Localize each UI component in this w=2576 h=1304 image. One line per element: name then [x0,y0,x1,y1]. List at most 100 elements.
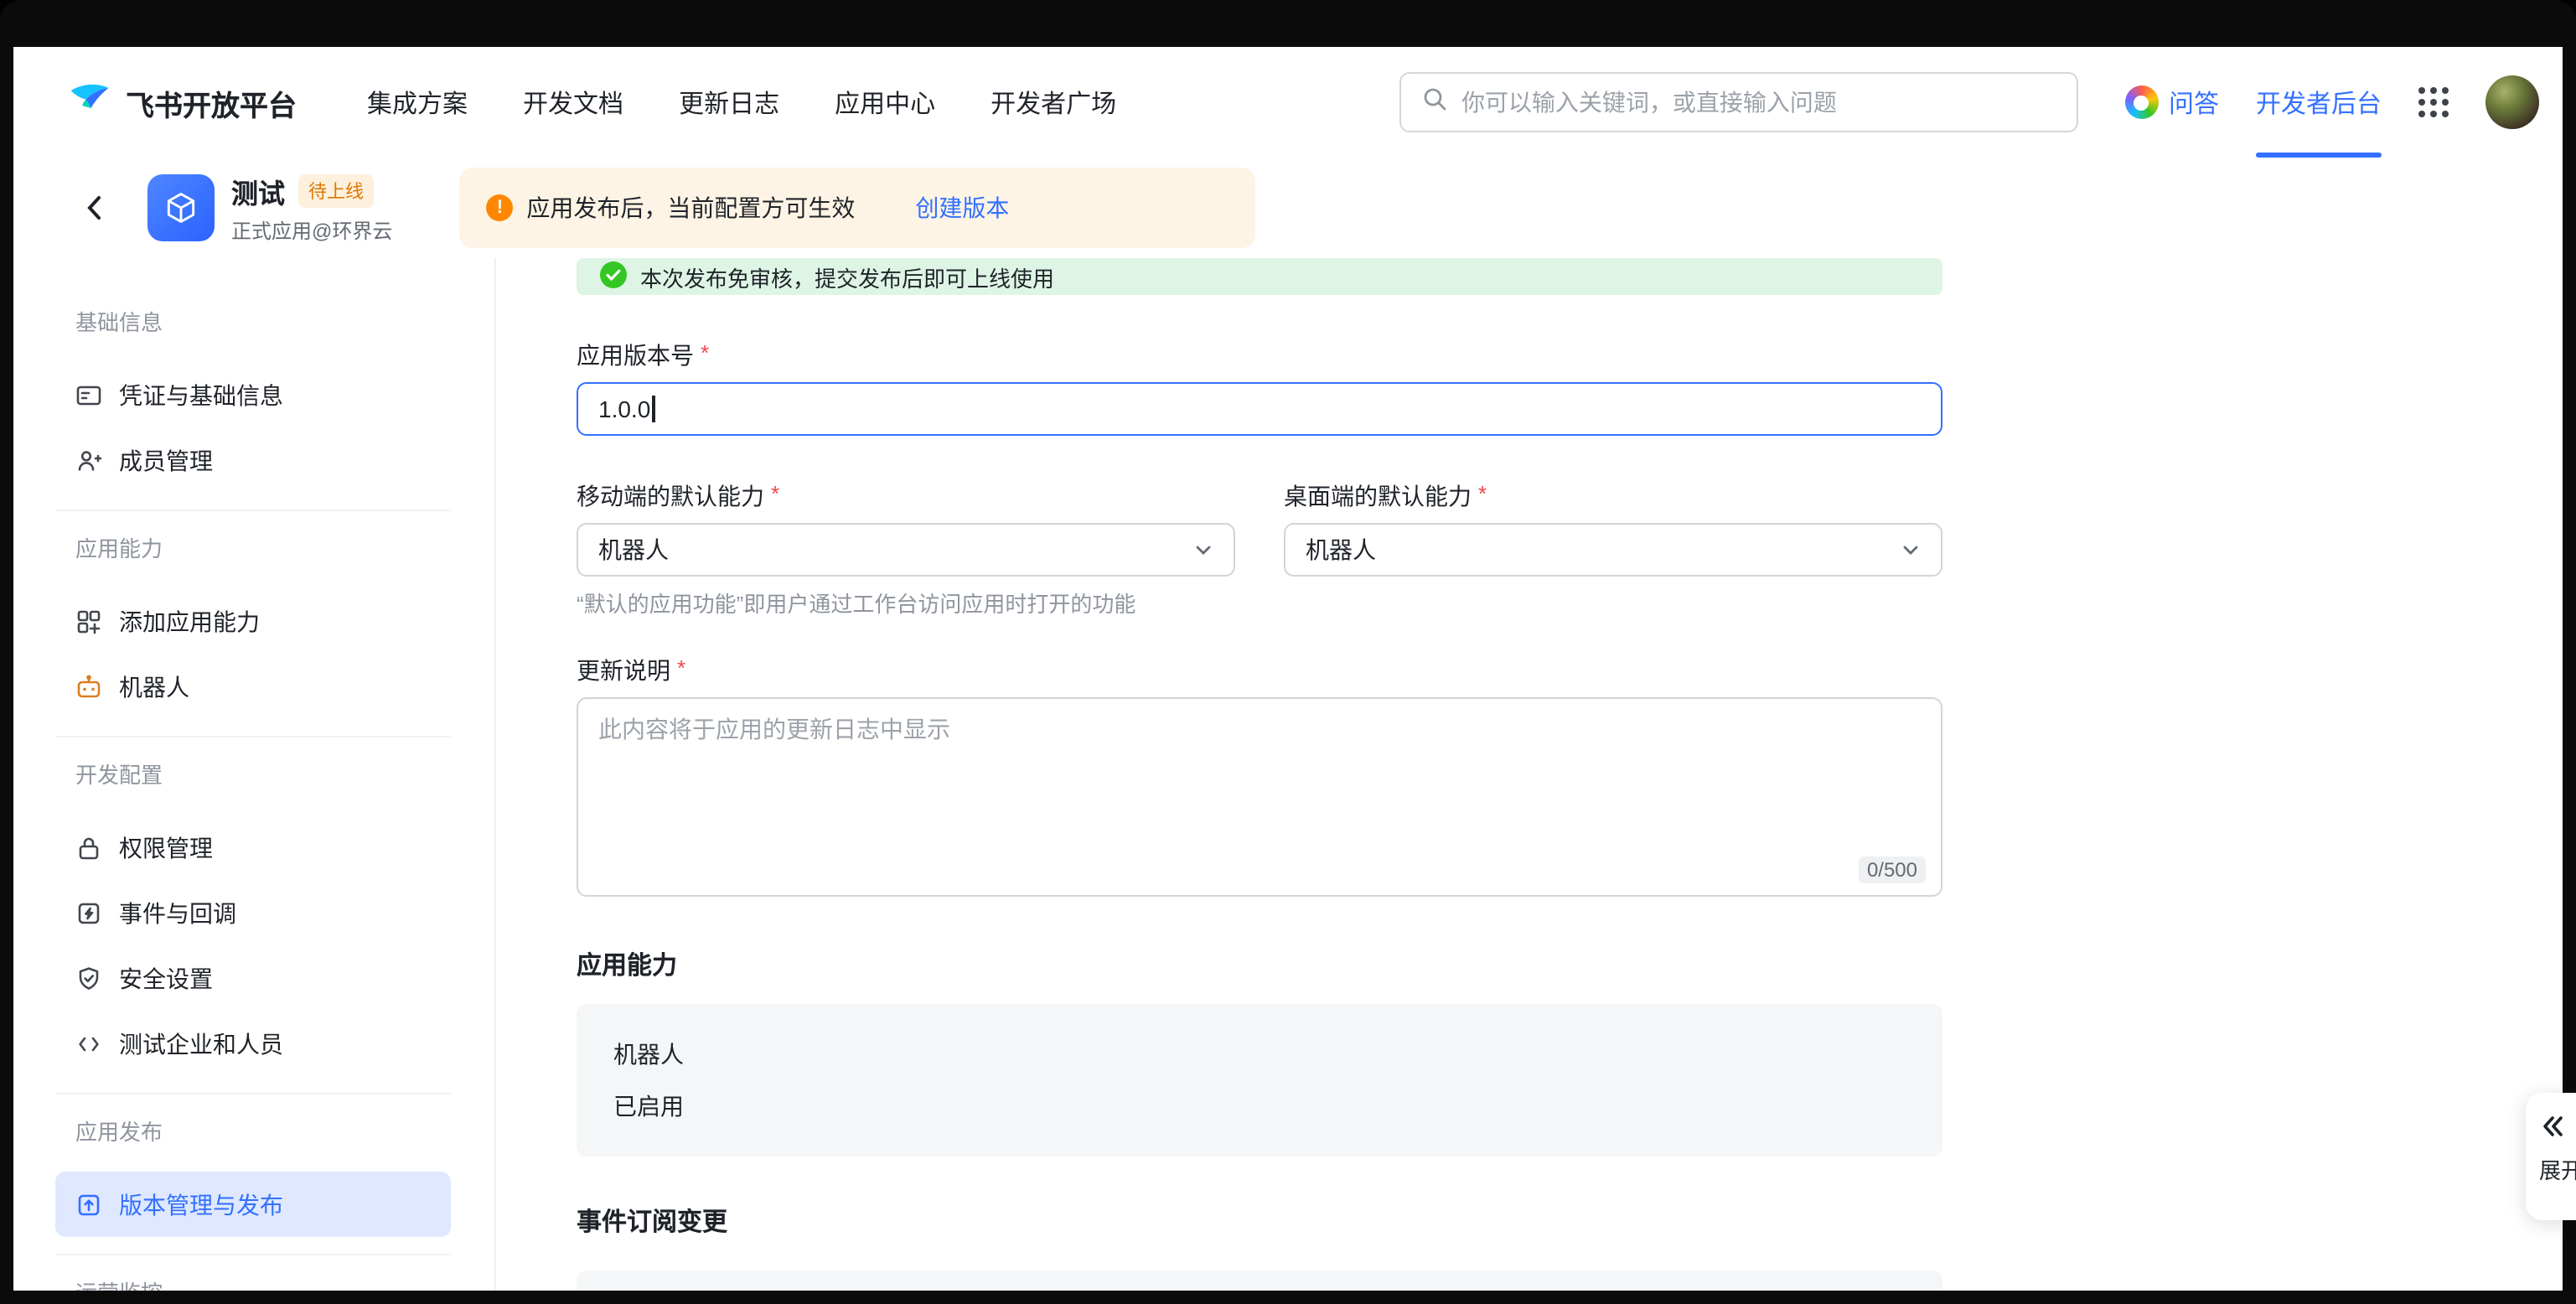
sidebar-item-permissions[interactable]: 权限管理 [55,815,451,880]
code-brackets-icon [75,1030,102,1057]
qa-label: 问答 [2169,85,2219,120]
sidebar-item-label: 凭证与基础信息 [119,378,283,411]
sidebar-item-members[interactable]: 成员管理 [55,427,451,493]
success-banner: 本次发布免审核，提交发布后即可上线使用 [577,258,1942,295]
main-nav: 集成方案 开发文档 更新日志 应用中心 开发者广场 [367,85,1116,120]
robot-icon [75,673,102,700]
desktop-capability-select[interactable]: 机器人 [1284,523,1942,577]
version-value: 1.0.0 [598,396,650,422]
global-search[interactable] [1399,72,2078,132]
search-input[interactable] [1461,89,2056,116]
chevron-down-icon [1193,540,1213,560]
app-meta: 测试 待上线 正式应用@环界云 [231,171,392,245]
mobile-capability-select[interactable]: 机器人 [577,523,1235,577]
publish-notice: ! 应用发布后，当前配置方可生效 创建版本 [459,168,1255,248]
lock-icon [75,834,102,861]
feishu-logo[interactable]: 飞书开放平台 [67,75,297,129]
sidebar-item-events[interactable]: 事件与回调 [55,880,451,945]
sidebar-item-security[interactable]: 安全设置 [55,945,451,1011]
sidebar-item-version-release[interactable]: 版本管理与发布 [55,1172,451,1237]
nav-item-integration[interactable]: 集成方案 [367,85,468,120]
expand-label: 展开 [2539,1153,2576,1185]
avatar[interactable] [2485,75,2539,129]
nav-item-app-center[interactable]: 应用中心 [835,85,935,120]
banner-text: 本次发布免审核，提交发布后即可上线使用 [640,261,1054,292]
capability-summary-box: 机器人 已启用 [577,1004,1942,1157]
main-content: 本次发布免审核，提交发布后即可上线使用 应用版本号 1.0.0 移动端的默认能力… [496,258,2563,1291]
tab-developer-console[interactable]: 开发者后台 [2256,47,2382,158]
app-name: 测试 [231,171,285,211]
sidebar-item-label: 安全设置 [119,961,213,995]
feishu-logo-icon [67,75,112,129]
create-version-link[interactable]: 创建版本 [915,191,1009,225]
browser-window: 飞书开放平台 集成方案 开发文档 更新日志 应用中心 开发者广场 [0,0,2576,1304]
notice-text: 应用发布后，当前配置方可生效 [526,191,855,225]
sidebar-item-label: 事件与回调 [119,896,236,929]
mobile-capability-label: 移动端的默认能力 [577,479,1235,513]
app-icon [147,174,215,241]
content-row: 基础信息 凭证与基础信息 成员管理 应用能 [13,258,2563,1291]
sidebar: 基础信息 凭证与基础信息 成员管理 应用能 [13,258,496,1291]
sidebar-section-operations: 运营监控 [55,1254,451,1291]
event-section-title: 事件订阅变更 [577,1207,2563,1240]
warning-icon: ! [486,194,513,221]
sidebar-item-label: 测试企业和人员 [119,1027,283,1060]
chevron-down-icon [1901,540,1921,560]
sidebar-item-add-capability[interactable]: 添加应用能力 [55,588,451,654]
mobile-capability-field: 移动端的默认能力 机器人 [577,436,1235,577]
app-info-bar: 测试 待上线 正式应用@环界云 ! 应用发布后，当前配置方可生效 创建版本 [13,158,2563,258]
capability-section-title: 应用能力 [577,950,2563,984]
mobile-capability-value: 机器人 [598,533,669,567]
qa-link[interactable]: 问答 [2125,85,2219,120]
desktop-capability-value: 机器人 [1306,533,1376,567]
version-input[interactable]: 1.0.0 [577,382,1942,436]
sidebar-item-label: 版本管理与发布 [119,1188,283,1221]
section-title-capabilities: 应用能力 [55,528,451,572]
sidebar-item-label: 权限管理 [119,831,213,864]
char-counter: 0/500 [1859,856,1926,883]
sidebar-section-capabilities: 应用能力 添加应用能力 机器人 [55,510,451,719]
sidebar-section-dev-config: 开发配置 权限管理 事件与回调 [55,736,451,1076]
back-button[interactable] [80,193,111,223]
update-notes-label: 更新说明 [577,654,2563,687]
section-title-operations: 运营监控 [55,1272,451,1291]
section-title-dev-config: 开发配置 [55,754,451,798]
event-callback-icon [75,899,102,926]
double-chevron-left-icon [2539,1113,2566,1140]
nav-item-dev-plaza[interactable]: 开发者广场 [991,85,1116,120]
capability-hint: “默认的应用功能”即用户通过工作台访问应用时打开的功能 [577,590,2563,620]
qa-ring-icon [2125,85,2159,119]
section-title-release: 应用发布 [55,1111,451,1155]
check-circle-icon [600,261,627,292]
update-notes-textarea[interactable] [577,697,1942,897]
text-caret [652,396,654,422]
event-summary-box [577,1270,1942,1291]
update-notes-field: 0/500 [577,697,1942,897]
sidebar-item-bot[interactable]: 机器人 [55,654,451,719]
sidebar-item-label: 机器人 [119,670,189,703]
capability-item-status: 已启用 [613,1089,1906,1123]
sidebar-item-test-company[interactable]: 测试企业和人员 [55,1011,451,1076]
nav-item-changelog[interactable]: 更新日志 [679,85,779,120]
id-card-icon [75,381,102,408]
status-badge: 待上线 [298,174,374,208]
desktop-capability-label: 桌面端的默认能力 [1284,479,1942,513]
grid-plus-icon [75,608,102,634]
app-window: 飞书开放平台 集成方案 开发文档 更新日志 应用中心 开发者广场 [13,47,2563,1291]
desktop-capability-field: 桌面端的默认能力 机器人 [1284,436,1942,577]
sidebar-item-credentials[interactable]: 凭证与基础信息 [55,362,451,427]
version-label: 应用版本号 [577,339,2563,372]
sidebar-section-release: 应用发布 版本管理与发布 [55,1093,451,1237]
top-header: 飞书开放平台 集成方案 开发文档 更新日志 应用中心 开发者广场 [13,47,2563,158]
sidebar-item-label: 添加应用能力 [119,604,260,638]
sidebar-section-basic: 基础信息 凭证与基础信息 成员管理 [55,302,451,493]
nav-item-docs[interactable]: 开发文档 [523,85,623,120]
sidebar-item-label: 成员管理 [119,443,213,477]
publish-box-icon [75,1191,102,1218]
expand-panel-toggle[interactable]: 展开 [2526,1093,2576,1220]
capability-item-name: 机器人 [613,1038,1906,1071]
section-title-basic: 基础信息 [55,302,451,345]
console-label: 开发者后台 [2256,85,2382,120]
apps-grid-icon[interactable] [2418,87,2449,117]
app-subtitle: 正式应用@环界云 [231,216,392,245]
